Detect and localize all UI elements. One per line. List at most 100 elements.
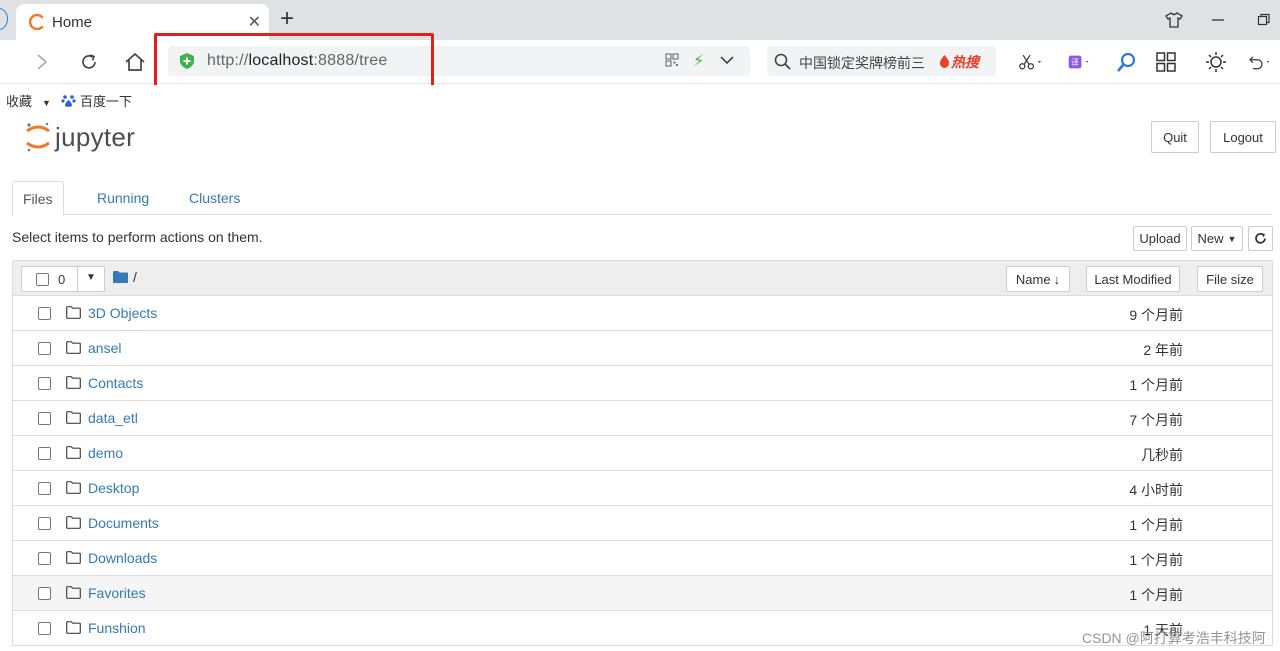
row-checkbox[interactable] xyxy=(38,377,51,390)
folder-icon xyxy=(66,516,81,532)
jupyter-page: jupyter Quit Logout Files Running Cluste… xyxy=(0,113,1280,651)
last-modified: 1 个月前 xyxy=(1129,377,1183,393)
table-row[interactable]: ansel 2 年前 xyxy=(12,331,1273,366)
folder-link[interactable]: Documents xyxy=(88,515,159,531)
jupyter-logo[interactable]: jupyter xyxy=(25,121,135,153)
folder-icon xyxy=(66,411,81,427)
caret-down-icon[interactable]: ▼ xyxy=(86,272,96,283)
folder-icon xyxy=(66,481,81,497)
reload-icon[interactable] xyxy=(77,50,101,74)
lightning-icon[interactable]: ⚡ xyxy=(693,51,704,71)
shirt-icon[interactable] xyxy=(1162,8,1186,32)
tab-clusters[interactable]: Clusters xyxy=(179,181,250,215)
sort-size-button[interactable]: File size xyxy=(1197,266,1263,292)
folder-link[interactable]: Desktop xyxy=(88,480,139,496)
last-modified: 4 小时前 xyxy=(1129,482,1183,498)
last-modified: 1 个月前 xyxy=(1129,587,1183,603)
minimize-icon[interactable] xyxy=(1206,8,1230,32)
new-tab-icon[interactable]: + xyxy=(280,6,294,32)
tab-close-icon[interactable]: ✕ xyxy=(248,12,261,32)
qr-code-icon[interactable] xyxy=(665,53,679,67)
bookmarks-bar: 收藏 ▼ 百度一下 xyxy=(0,85,1280,113)
forward-icon[interactable] xyxy=(30,50,54,74)
selected-count: 0 xyxy=(58,272,66,287)
table-row[interactable]: Contacts 1 个月前 xyxy=(12,366,1273,401)
jupyter-wordmark: jupyter xyxy=(55,121,136,152)
folder-link[interactable]: Favorites xyxy=(88,585,146,601)
table-row[interactable]: Desktop 4 小时前 xyxy=(12,471,1273,506)
folder-icon xyxy=(66,551,81,567)
breadcrumb-root[interactable]: / xyxy=(133,269,137,285)
row-checkbox[interactable] xyxy=(38,622,51,635)
tab-files[interactable]: Files xyxy=(12,181,64,216)
folder-link[interactable]: Funshion xyxy=(88,620,146,636)
table-row[interactable]: demo 几秒前 xyxy=(12,436,1273,471)
folder-icon xyxy=(66,586,81,602)
row-checkbox[interactable] xyxy=(38,342,51,355)
tab-running[interactable]: Running xyxy=(87,181,159,215)
sort-modified-button[interactable]: Last Modified xyxy=(1086,266,1180,292)
scissors-icon[interactable] xyxy=(1018,50,1042,74)
row-checkbox[interactable] xyxy=(38,482,51,495)
row-checkbox[interactable] xyxy=(38,307,51,320)
row-checkbox[interactable] xyxy=(38,447,51,460)
find-icon[interactable] xyxy=(1115,50,1139,74)
folder-link[interactable]: data_etl xyxy=(88,410,138,426)
folder-icon xyxy=(66,446,81,462)
jupyter-header: jupyter Quit Logout xyxy=(0,113,1280,163)
sort-name-button[interactable]: Name ↓ xyxy=(1006,266,1070,292)
url-highlight-box xyxy=(154,33,434,88)
row-checkbox[interactable] xyxy=(38,552,51,565)
new-dropdown-button[interactable]: New ▼ xyxy=(1191,226,1243,251)
quit-button[interactable]: Quit xyxy=(1151,121,1199,153)
chevron-down-icon[interactable] xyxy=(719,52,735,68)
folder-link[interactable]: Contacts xyxy=(88,375,143,391)
translate-icon[interactable]: 译 xyxy=(1068,50,1092,74)
restore-icon[interactable] xyxy=(1252,8,1276,32)
apps-grid-icon[interactable] xyxy=(1154,50,1178,74)
table-row[interactable]: data_etl 7 个月前 xyxy=(12,401,1273,436)
sidebar-toggle-icon[interactable] xyxy=(0,8,8,30)
last-modified: 几秒前 xyxy=(1141,447,1183,463)
row-checkbox[interactable] xyxy=(38,517,51,530)
row-checkbox[interactable] xyxy=(38,412,51,425)
brightness-icon[interactable] xyxy=(1204,50,1228,74)
folder-link[interactable]: Downloads xyxy=(88,550,157,566)
tab-title: Home xyxy=(52,13,93,31)
folder-icon xyxy=(66,376,81,392)
arrow-down-icon: ↓ xyxy=(1053,271,1061,287)
table-row[interactable]: Documents 1 个月前 xyxy=(12,506,1273,541)
last-modified: 2 年前 xyxy=(1143,342,1183,358)
logout-button[interactable]: Logout xyxy=(1210,121,1276,153)
select-all-group[interactable]: 0 ▼ xyxy=(21,266,105,292)
select-all-checkbox[interactable] xyxy=(36,273,49,286)
folder-link[interactable]: ansel xyxy=(88,340,121,356)
table-row[interactable]: 3D Objects 9 个月前 xyxy=(12,296,1273,331)
hot-search-badge: 热搜 xyxy=(939,52,979,72)
folder-icon xyxy=(66,341,81,357)
caret-down-icon: ▼ xyxy=(1227,233,1237,244)
watermark: CSDN @阿打算考浩丰科技阿 xyxy=(1082,630,1266,646)
file-list-header: 0 ▼ / Name ↓ Last Modified File size xyxy=(12,260,1273,296)
folder-link[interactable]: demo xyxy=(88,445,123,461)
breadcrumb[interactable]: / xyxy=(113,269,137,285)
last-modified: 1 个月前 xyxy=(1129,552,1183,568)
search-suggestion: 中国锁定奖牌榜前三 xyxy=(799,55,925,71)
bookmark-favorites[interactable]: 收藏 ▼ xyxy=(6,91,51,110)
browser-logo-icon xyxy=(28,13,44,31)
upload-button[interactable]: Upload xyxy=(1133,226,1187,251)
table-row[interactable]: Downloads 1 个月前 xyxy=(12,541,1273,576)
refresh-button[interactable] xyxy=(1248,226,1273,251)
selection-hint: Select items to perform actions on them. xyxy=(12,229,263,245)
folder-icon xyxy=(66,621,81,637)
home-icon[interactable] xyxy=(123,50,147,74)
table-row[interactable]: Favorites 1 个月前 xyxy=(12,576,1273,611)
svg-text:译: 译 xyxy=(1071,58,1079,67)
undo-icon[interactable] xyxy=(1247,50,1271,74)
browser-search-box[interactable]: 中国锁定奖牌榜前三 热搜 xyxy=(767,46,996,76)
folder-link[interactable]: 3D Objects xyxy=(88,305,157,321)
row-checkbox[interactable] xyxy=(38,587,51,600)
bookmark-baidu[interactable]: 百度一下 xyxy=(61,91,132,110)
baidu-paw-icon xyxy=(61,95,76,107)
folder-solid-icon xyxy=(113,271,128,283)
